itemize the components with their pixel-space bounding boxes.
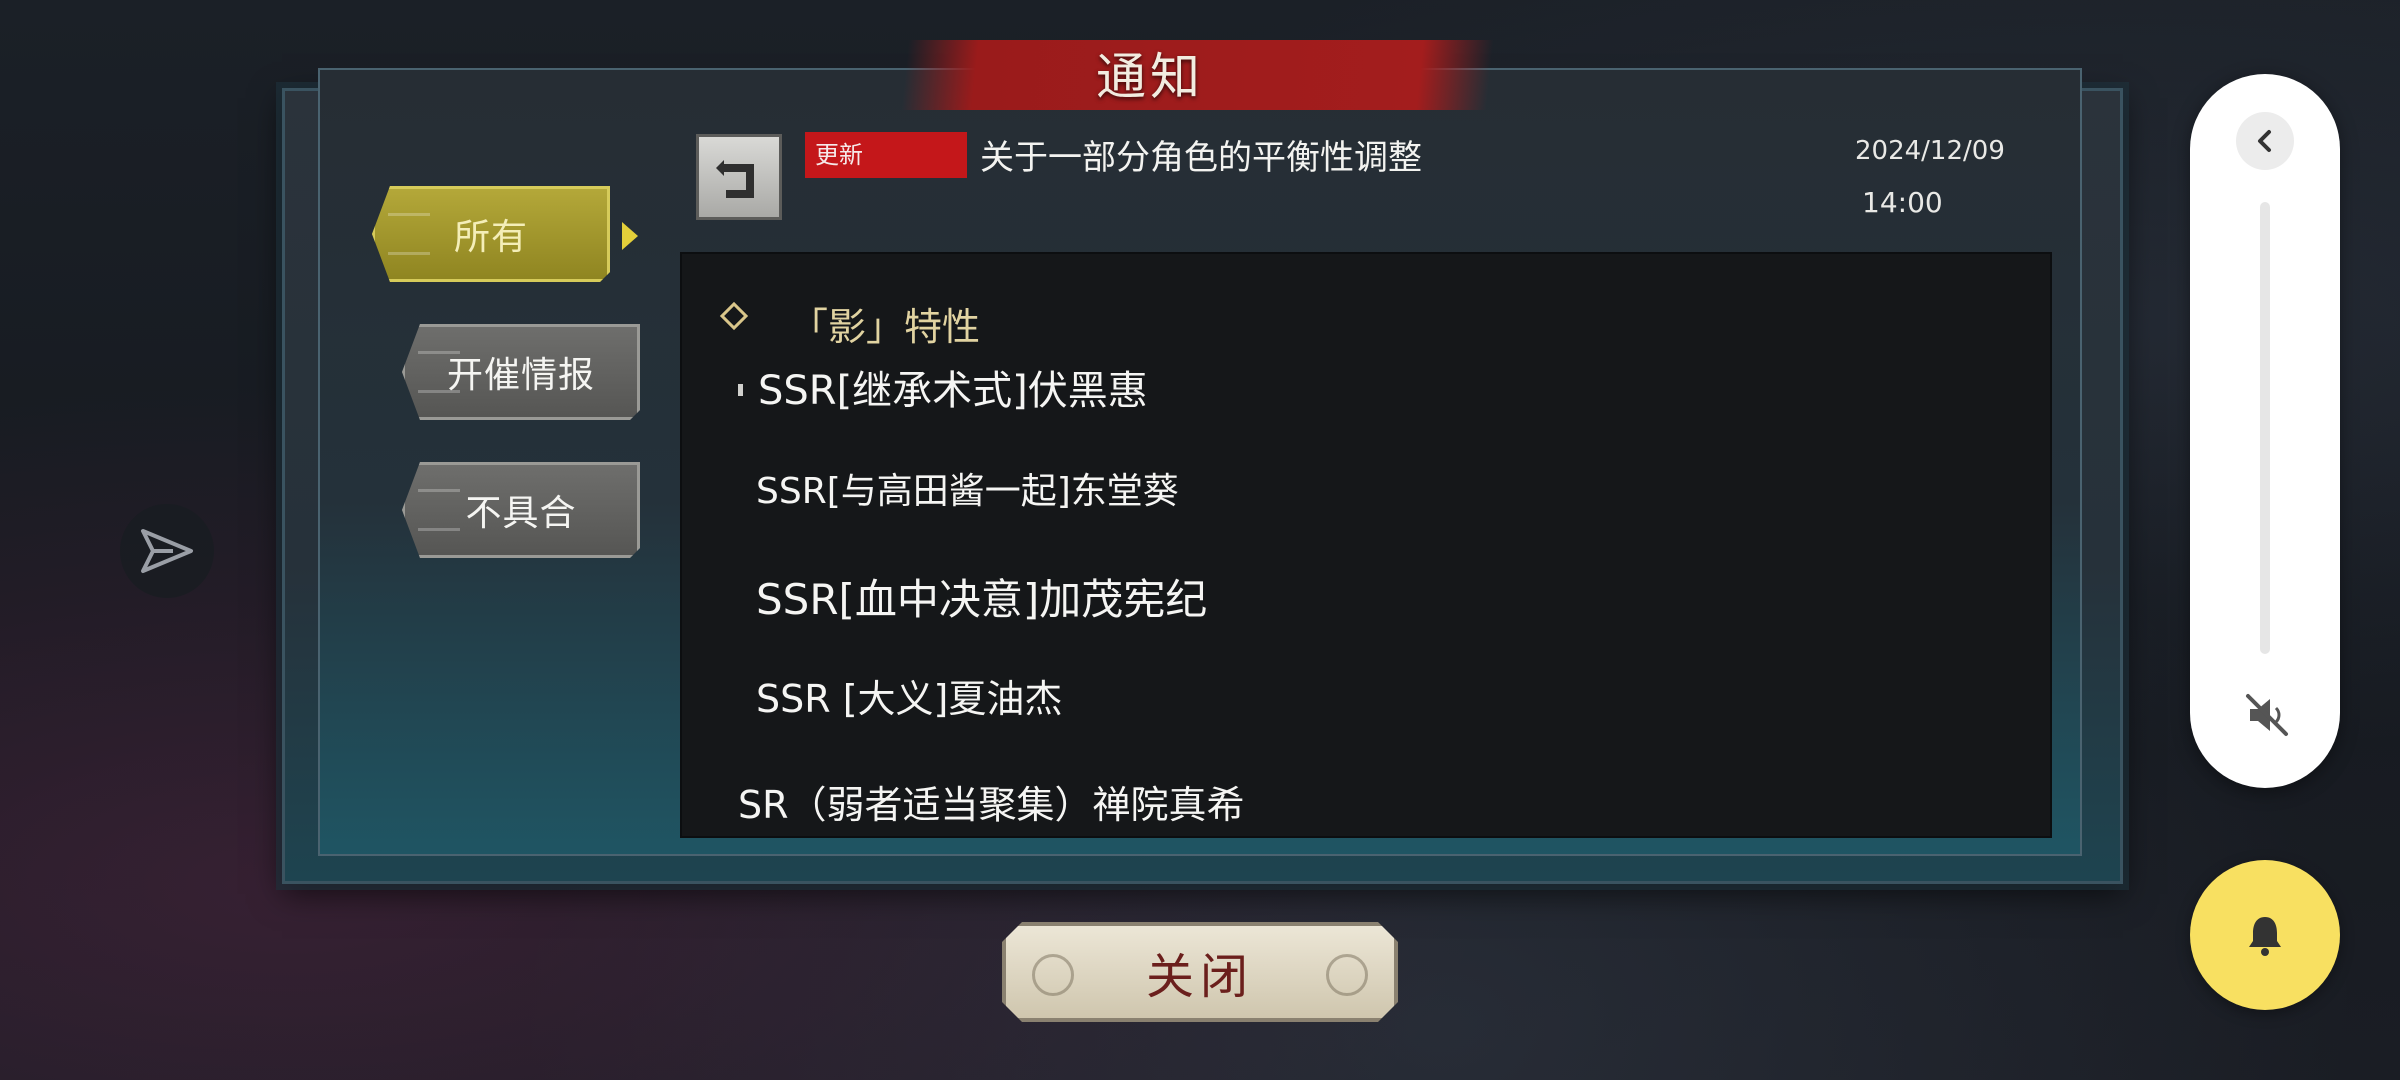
close-button[interactable]: 关闭: [1002, 922, 1398, 1022]
close-button-decoration: [1032, 954, 1074, 996]
content-line: SR（弱者适当聚集）禅院真希: [738, 783, 1245, 827]
selected-tab-arrow-icon: [622, 222, 638, 250]
share-button[interactable]: [120, 504, 214, 598]
bell-icon: [2249, 917, 2281, 956]
section-heading: 「影」特性: [790, 305, 981, 349]
notice-title: 关于一部分角色的平衡性调整: [980, 138, 1422, 178]
close-button-label: 关闭: [1145, 949, 1254, 1005]
diamond-bullet-icon: [719, 301, 749, 331]
tab-all[interactable]: 所有: [372, 186, 610, 282]
tab-decoration: [418, 351, 460, 393]
volume-muted-icon: [2246, 694, 2288, 736]
content-line: SSR[血中决意]加茂宪纪: [756, 575, 1208, 624]
tab-decoration: [388, 213, 430, 255]
tab-events[interactable]: 开催情报: [402, 324, 640, 420]
content-line: SSR[继承术式]伏黑惠: [758, 368, 1148, 414]
notice-content[interactable]: 「影」特性 SSR[继承术式]伏黑惠 SSR[与高田酱一起]东堂葵 SSR[血中…: [680, 252, 2052, 838]
return-arrow-icon: [716, 160, 754, 198]
paper-plane-icon: [141, 529, 193, 573]
bullet-dot: [738, 384, 743, 396]
tab-bugs[interactable]: 不具合: [402, 462, 640, 558]
content-line: SSR [大义]夏油杰: [756, 677, 1063, 721]
volume-slider[interactable]: [2260, 202, 2270, 654]
tab-events-label: 开催情报: [446, 355, 595, 396]
notice-date: 2024/12/09: [1855, 136, 2005, 166]
back-button[interactable]: [696, 134, 782, 220]
content-line: SSR[与高田酱一起]东堂葵: [756, 471, 1179, 512]
collapse-panel-button[interactable]: [2236, 112, 2294, 170]
notification-bell-button[interactable]: [2190, 860, 2340, 1010]
chevron-left-icon: [2258, 130, 2271, 152]
close-button-decoration: [1326, 954, 1368, 996]
tab-bugs-label: 不具合: [465, 493, 577, 534]
update-badge-label: 更新: [815, 141, 863, 169]
mute-toggle[interactable]: [2242, 690, 2292, 740]
notice-time: 14:00: [1862, 186, 1943, 219]
dialog-title: 通知: [1096, 48, 1204, 106]
tab-decoration: [418, 489, 460, 531]
tab-all-label: 所有: [453, 217, 528, 258]
